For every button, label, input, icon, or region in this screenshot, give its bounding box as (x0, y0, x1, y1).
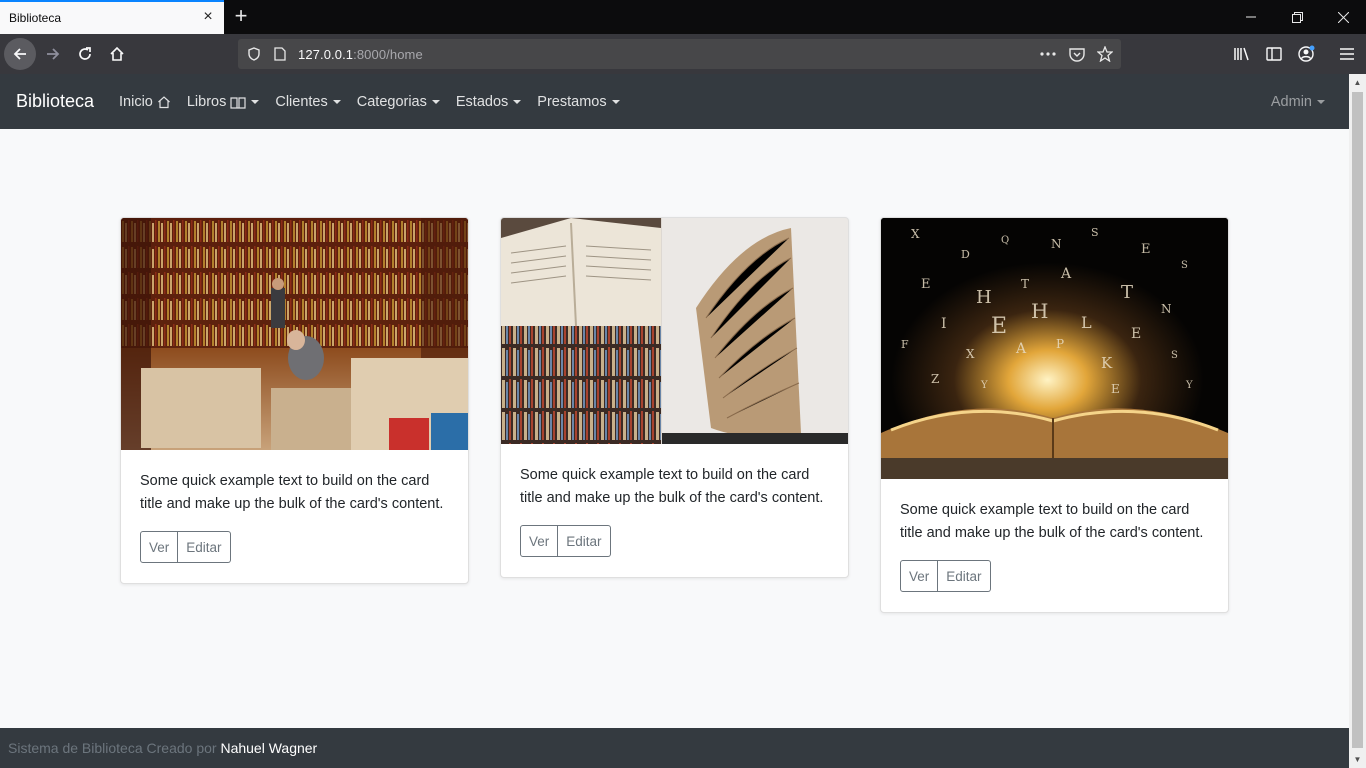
svg-text:L: L (1081, 313, 1092, 332)
book-icon (230, 96, 246, 109)
page-viewport: Biblioteca Inicio Libros Clientes Catego… (0, 74, 1349, 768)
nav-item-categorias[interactable]: Categorias (357, 94, 440, 110)
nav-item-prestamos[interactable]: Prestamos (537, 94, 620, 110)
nav-item-estados[interactable]: Estados (456, 94, 522, 110)
tab-title: Biblioteca (9, 11, 62, 25)
library-icon[interactable] (1228, 40, 1256, 68)
url-text[interactable]: 127.0.0.1:8000/home (298, 47, 423, 62)
svg-text:N: N (1161, 302, 1172, 316)
card-text: Some quick example text to build on the … (900, 502, 1204, 541)
dropdown-caret-icon (431, 100, 440, 104)
close-window-icon[interactable] (1320, 0, 1366, 34)
svg-text:N: N (1051, 237, 1062, 251)
close-tab-icon[interactable]: × (200, 9, 216, 25)
svg-text:D: D (961, 248, 970, 261)
svg-text:I: I (941, 316, 947, 332)
browser-tab-bar: Biblioteca × + (0, 0, 1366, 34)
minimize-icon[interactable] (1228, 0, 1274, 34)
account-icon[interactable] (1292, 40, 1320, 68)
footer-author: Nahuel Wagner (220, 740, 318, 756)
svg-text:Y: Y (980, 380, 988, 391)
dropdown-caret-icon (611, 100, 620, 104)
browser-toolbar: 127.0.0.1:8000/home (0, 34, 1366, 74)
card-text: Some quick example text to build on the … (520, 467, 824, 506)
svg-text:E: E (921, 277, 931, 292)
edit-button[interactable]: Editar (178, 531, 231, 563)
scroll-up-icon[interactable]: ▲ (1349, 74, 1366, 91)
page-icon[interactable] (272, 46, 288, 62)
forward-icon[interactable] (39, 40, 67, 68)
book-card: Some quick example text to build on the … (500, 217, 849, 578)
svg-text:Q: Q (1001, 235, 1009, 246)
svg-text:X: X (966, 347, 975, 361)
svg-text:A: A (1015, 341, 1027, 357)
svg-text:H: H (1031, 299, 1048, 323)
card-body: Some quick example text to build on the … (881, 479, 1228, 612)
open-books-collage (501, 218, 848, 444)
svg-text:F: F (901, 338, 909, 351)
svg-text:K: K (1101, 354, 1113, 372)
site-navbar: Biblioteca Inicio Libros Clientes Catego… (0, 74, 1349, 129)
view-button[interactable]: Ver (520, 525, 559, 557)
svg-text:E: E (991, 314, 1007, 339)
edit-button[interactable]: Editar (558, 525, 611, 557)
page-scrollbar[interactable]: ▲ ▼ (1349, 74, 1366, 768)
card-actions: Ver Editar (140, 531, 231, 563)
glowing-book-letters: XD QN SE SE HT AT NI EH LE FX AP KS ZY E… (881, 218, 1228, 479)
main-menu: Inicio Libros Clientes Categorias Estado… (119, 94, 636, 110)
svg-text:E: E (1131, 326, 1141, 342)
book-card: Some quick example text to build on the … (120, 217, 469, 584)
bookstore-photo (121, 218, 468, 450)
user-menu[interactable]: Admin (1271, 94, 1325, 110)
svg-text:A: A (1060, 266, 1072, 282)
svg-text:X: X (911, 227, 920, 241)
dropdown-caret-icon (1317, 100, 1325, 104)
book-card: XD QN SE SE HT AT NI EH LE FX AP KS ZY E… (880, 217, 1229, 613)
svg-text:S: S (1171, 350, 1178, 361)
dropdown-caret-icon (251, 100, 260, 104)
card-actions: Ver Editar (900, 560, 991, 592)
new-tab-icon[interactable]: + (230, 4, 252, 28)
home-icon[interactable] (103, 40, 131, 68)
svg-text:P: P (1056, 337, 1064, 351)
home-icon (157, 96, 170, 109)
svg-text:E: E (1111, 382, 1120, 396)
view-button[interactable]: Ver (140, 531, 179, 563)
svg-text:Z: Z (931, 372, 939, 386)
svg-text:S: S (1091, 226, 1099, 239)
shield-icon[interactable] (246, 46, 262, 62)
url-bar[interactable]: 127.0.0.1:8000/home (238, 39, 1121, 69)
view-button[interactable]: Ver (900, 560, 939, 592)
sidebar-icon[interactable] (1260, 40, 1288, 68)
nav-item-inicio[interactable]: Inicio (119, 94, 171, 110)
card-text: Some quick example text to build on the … (140, 473, 444, 512)
reload-icon[interactable] (71, 40, 99, 68)
restore-icon[interactable] (1274, 0, 1320, 34)
back-icon[interactable] (4, 38, 36, 70)
edit-button[interactable]: Editar (938, 560, 991, 592)
browser-tab[interactable]: Biblioteca × (0, 0, 224, 34)
nav-item-clientes[interactable]: Clientes (275, 94, 341, 110)
scroll-thumb[interactable] (1352, 92, 1363, 748)
nav-item-libros[interactable]: Libros (187, 94, 260, 110)
scroll-down-icon[interactable]: ▼ (1349, 751, 1366, 768)
bookmark-star-icon[interactable] (1097, 46, 1113, 62)
footer-text: Sistema de Biblioteca Creado por Nahuel … (8, 740, 318, 756)
svg-text:T: T (1021, 277, 1029, 291)
card-body: Some quick example text to build on the … (501, 444, 848, 577)
dropdown-caret-icon (332, 100, 341, 104)
svg-text:H: H (976, 287, 992, 308)
svg-text:S: S (1181, 260, 1188, 271)
pocket-icon[interactable] (1069, 46, 1085, 62)
site-footer: Sistema de Biblioteca Creado por Nahuel … (0, 728, 1349, 768)
page-actions-icon[interactable] (1040, 46, 1056, 62)
svg-text:T: T (1121, 282, 1133, 303)
brand-link[interactable]: Biblioteca (16, 91, 94, 112)
menu-icon[interactable] (1333, 40, 1361, 68)
svg-text:E: E (1141, 242, 1151, 257)
svg-text:Y: Y (1185, 380, 1193, 391)
card-body: Some quick example text to build on the … (121, 450, 468, 583)
card-actions: Ver Editar (520, 525, 611, 557)
dropdown-caret-icon (513, 100, 522, 104)
